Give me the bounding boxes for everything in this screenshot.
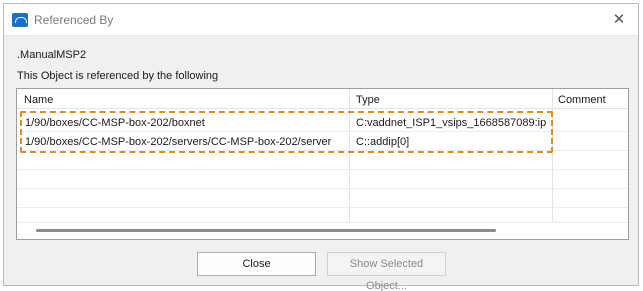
- close-button[interactable]: Close: [197, 252, 316, 276]
- object-name-label: .ManualMSP2: [17, 49, 87, 61]
- empty-row: [17, 208, 628, 223]
- show-selected-object-button[interactable]: Show Selected Object...: [327, 252, 446, 291]
- table-row[interactable]: 1/90/boxes/CC-MSP-box-202/boxnet C:vaddn…: [17, 113, 628, 132]
- column-header-type[interactable]: Type: [356, 94, 380, 106]
- row-type-cell: C::addip[0]: [356, 136, 410, 148]
- window-title: Referenced By: [34, 13, 114, 27]
- title-bar: Referenced By ✕: [4, 4, 638, 36]
- app-window-icon: [12, 13, 28, 27]
- row-name-cell: 1/90/boxes/CC-MSP-box-202/boxnet: [25, 117, 205, 129]
- row-type-cell: C:vaddnet_ISP1_vsips_1668587089:ip: [356, 117, 547, 129]
- row-name-cell: 1/90/boxes/CC-MSP-box-202/servers/CC-MSP…: [25, 136, 332, 148]
- references-list[interactable]: Name Type Comment 1/90/boxes/CC-MSP-box-…: [16, 88, 629, 240]
- empty-row: [17, 189, 628, 208]
- column-header-comment[interactable]: Comment: [558, 94, 606, 106]
- empty-row: [17, 170, 628, 189]
- table-row[interactable]: 1/90/boxes/CC-MSP-box-202/servers/CC-MSP…: [17, 132, 628, 151]
- scrollbar-thumb[interactable]: [36, 229, 496, 232]
- referenced-by-dialog: Referenced By ✕ .ManualMSP2 This Object …: [3, 3, 639, 291]
- empty-row: [17, 151, 628, 170]
- description-label: This Object is referenced by the followi…: [17, 70, 219, 82]
- list-header: Name Type Comment: [17, 89, 628, 109]
- close-icon[interactable]: ✕: [609, 10, 629, 30]
- horizontal-scrollbar[interactable]: [18, 224, 627, 238]
- column-header-name[interactable]: Name: [24, 94, 53, 106]
